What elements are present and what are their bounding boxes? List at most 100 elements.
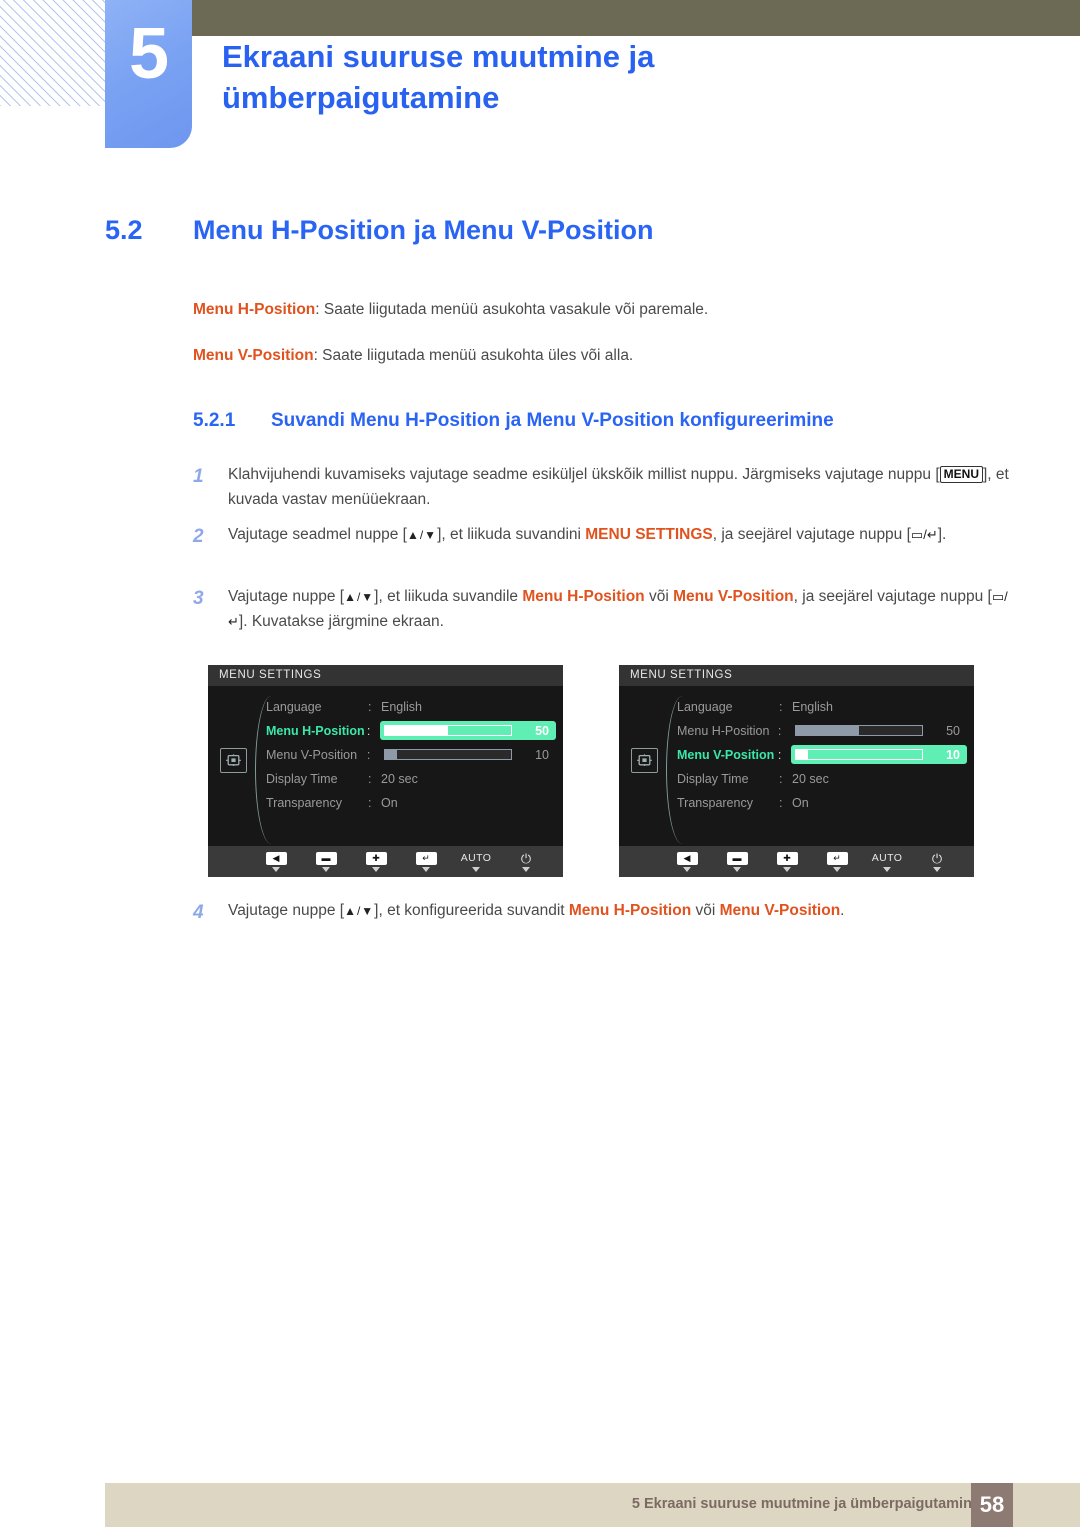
subsection-title: Suvandi Menu H-Position ja Menu V-Positi… <box>271 410 834 431</box>
osd-row-colon: : <box>368 795 372 810</box>
slider-track <box>383 725 512 736</box>
slider-track <box>794 725 923 736</box>
osd-left-body: Language : English Menu H-Position : 50 <box>208 686 563 846</box>
osd-button-power[interactable]: ⏻ <box>912 852 962 872</box>
osd-row-label: Display Time <box>677 771 749 786</box>
osd-row-transparency[interactable]: Transparency : On <box>671 792 967 813</box>
plus-icon: ✚ <box>776 851 798 865</box>
osd-row-display-time[interactable]: Display Time : 20 sec <box>671 768 967 789</box>
chevron-down-icon <box>422 866 430 872</box>
step-4-text-c: või <box>691 902 720 919</box>
slider-track <box>794 749 923 760</box>
osd-row-language[interactable]: Language : English <box>260 696 556 717</box>
osd-left-title: MENU SETTINGS <box>208 665 563 686</box>
osd-row-colon: : <box>368 699 372 714</box>
osd-row-display-time[interactable]: Display Time : 20 sec <box>260 768 556 789</box>
osd-button-auto[interactable]: AUTO <box>451 852 501 872</box>
display-settings-icon <box>631 748 658 773</box>
step-1-number: 1 <box>193 466 204 487</box>
header-olive-bar <box>192 0 1080 36</box>
chapter-number: 5 <box>128 14 169 94</box>
osd-row-label: Menu H-Position <box>266 723 365 738</box>
osd-row-colon: : <box>777 723 782 738</box>
left-arrow-icon: ◀ <box>676 851 698 865</box>
osd-button-enter[interactable]: ↵ <box>812 851 862 872</box>
step-4-text-b: ], et konfigureerida suvandit <box>374 902 569 919</box>
minus-icon: ▬ <box>726 851 748 865</box>
osd-screenshot-right: MENU SETTINGS Language : English Menu H-… <box>619 665 974 877</box>
slider-fill <box>795 750 809 759</box>
osd-row-menu-h-position[interactable]: Menu H-Position : 50 <box>260 720 556 741</box>
osd-right-rows: Language : English Menu H-Position : 50 <box>671 696 967 816</box>
step-1: 1 Klahvijuhendi kuvamiseks vajutage sead… <box>193 462 1013 512</box>
term-menu-h-position: Menu H-Position <box>568 902 692 919</box>
step-1-text: Klahvijuhendi kuvamiseks vajutage seadme… <box>228 462 1013 512</box>
osd-button-enter[interactable]: ↵ <box>401 851 451 872</box>
power-icon: ⏻ <box>931 850 943 866</box>
slider-value: 50 <box>535 723 549 738</box>
menu-key-cap: MENU <box>939 466 983 483</box>
osd-row-language[interactable]: Language : English <box>671 696 967 717</box>
step-4-text-d: . <box>840 902 845 919</box>
term-menu-v-position: Menu V-Position <box>719 902 841 919</box>
osd-row-colon: : <box>366 723 371 738</box>
step-2-number: 2 <box>193 526 204 547</box>
chevron-down-icon <box>933 866 941 872</box>
chapter-title-line-2: ümberpaigutamine <box>222 80 500 116</box>
osd-row-colon: : <box>368 771 372 786</box>
osd-slider[interactable]: 10 <box>380 745 556 764</box>
osd-row-label: Menu H-Position <box>677 723 770 738</box>
osd-button-minus[interactable]: ▬ <box>712 851 762 872</box>
osd-row-menu-v-position[interactable]: Menu V-Position : 10 <box>671 744 967 765</box>
osd-button-auto[interactable]: AUTO <box>862 852 912 872</box>
enter-icon: ↵ <box>826 851 848 865</box>
subsection-heading: 5.2.1 Suvandi Menu H-Position ja Menu V-P… <box>193 410 1023 432</box>
osd-button-power[interactable]: ⏻ <box>501 852 551 872</box>
osd-button-minus[interactable]: ▬ <box>301 851 351 872</box>
osd-row-colon: : <box>779 795 783 810</box>
osd-button-plus[interactable]: ✚ <box>351 851 401 872</box>
osd-slider[interactable]: 50 <box>379 721 556 740</box>
step-3-text-c: või <box>644 588 674 605</box>
chevron-down-icon <box>372 866 380 872</box>
step-3-text-d: , ja seejärel vajutage nuppu [ <box>793 588 992 605</box>
osd-row-label: Transparency <box>266 795 342 810</box>
chevron-down-icon <box>472 866 480 872</box>
term-menu-h-position: Menu H-Position <box>522 588 645 605</box>
manual-page: 5 Ekraani suuruse muutmine ja ümberpaigu… <box>0 0 1080 1527</box>
step-3-text-e: ]. Kuvatakse järgmine ekraan. <box>238 613 444 631</box>
step-4-text-a: Vajutage nuppe [ <box>228 902 345 919</box>
osd-row-label: Language <box>266 699 322 714</box>
osd-row-value: English <box>792 699 833 714</box>
chevron-down-icon <box>883 866 891 872</box>
osd-slider[interactable]: 50 <box>791 721 967 740</box>
step-2-text: Vajutage seadmel nuppe [▲/▼], et liikuda… <box>228 522 1013 547</box>
slider-value: 10 <box>946 747 960 762</box>
osd-right-button-bar: ◀ ▬ ✚ ↵ AUTO ⏻ <box>619 846 974 877</box>
osd-row-label: Menu V-Position <box>677 747 775 762</box>
osd-button-left-arrow[interactable]: ◀ <box>251 851 301 872</box>
step-2-text-b: ], et liikuda suvandini <box>437 526 586 543</box>
term-menu-settings: MENU SETTINGS <box>585 526 713 543</box>
up-down-arrows-icon: ▲/▼ <box>344 904 375 918</box>
osd-row-menu-v-position[interactable]: Menu V-Position : 10 <box>260 744 556 765</box>
step-3-text-b: ], et liikuda suvandile <box>374 588 523 605</box>
subsection-number: 5.2.1 <box>193 410 236 431</box>
up-down-arrows-icon: ▲/▼ <box>406 528 438 542</box>
intro-paragraph-v-position: Menu V-Position: Saate liigutada menüü a… <box>193 344 1013 367</box>
osd-button-plus[interactable]: ✚ <box>762 851 812 872</box>
osd-row-colon: : <box>779 699 783 714</box>
osd-button-left-arrow[interactable]: ◀ <box>662 851 712 872</box>
osd-row-menu-h-position[interactable]: Menu H-Position : 50 <box>671 720 967 741</box>
chapter-title-line-1: Ekraani suuruse muutmine ja <box>222 39 655 74</box>
step-4-number: 4 <box>193 902 204 923</box>
osd-row-transparency[interactable]: Transparency : On <box>260 792 556 813</box>
left-arrow-icon: ◀ <box>265 851 287 865</box>
chevron-down-icon <box>733 866 741 872</box>
osd-row-value: 20 sec <box>381 771 418 786</box>
osd-slider[interactable]: 10 <box>790 745 967 764</box>
intro-paragraph-h-position: Menu H-Position: Saate liigutada menüü a… <box>193 298 1013 321</box>
osd-row-label: Transparency <box>677 795 753 810</box>
plus-icon: ✚ <box>365 851 387 865</box>
chevron-down-icon <box>683 866 691 872</box>
